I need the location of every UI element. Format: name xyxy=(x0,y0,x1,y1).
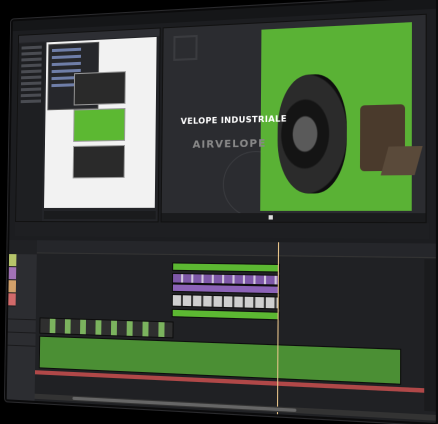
logo-mark xyxy=(173,35,197,61)
volume-meter xyxy=(424,259,436,411)
source-transport-controls[interactable] xyxy=(44,211,156,219)
timeline-ruler[interactable] xyxy=(37,240,436,258)
program-transport-controls[interactable] xyxy=(162,213,426,222)
play-icon[interactable] xyxy=(269,215,273,219)
bulldozer-blade xyxy=(381,146,423,175)
playhead[interactable] xyxy=(277,242,279,414)
layout-card[interactable] xyxy=(74,71,126,105)
eye-icon[interactable] xyxy=(8,280,16,293)
layout-card-green[interactable] xyxy=(73,108,125,142)
track-headers xyxy=(7,254,37,401)
program-monitor: VELOPE INDUSTRIALE AIRVELOPE xyxy=(161,14,427,224)
timeline-clip[interactable] xyxy=(39,317,173,338)
project-tree[interactable] xyxy=(16,42,45,221)
timeline-scrollbar[interactable] xyxy=(35,394,436,421)
stage: VELOPE INDUSTRIALE AIRVELOPE xyxy=(0,0,438,424)
speaker-icon[interactable] xyxy=(8,293,16,306)
audio-clip[interactable] xyxy=(39,336,401,385)
timeline-clip[interactable] xyxy=(172,262,280,272)
timeline-clip[interactable] xyxy=(172,283,280,294)
timeline-panel xyxy=(7,240,436,423)
timeline-clip[interactable] xyxy=(172,294,280,310)
program-subtitle: AIRVELOPE xyxy=(192,138,266,151)
source-panel xyxy=(15,27,161,222)
clip-info-strip xyxy=(15,222,429,239)
editor-window: VELOPE INDUSTRIALE AIRVELOPE xyxy=(5,0,438,424)
layout-card[interactable] xyxy=(73,145,125,178)
source-preview xyxy=(44,37,157,208)
tire-image xyxy=(277,73,347,194)
track-lock-icon[interactable] xyxy=(9,254,17,267)
timeline-clip[interactable] xyxy=(172,309,280,321)
eye-icon[interactable] xyxy=(9,267,17,280)
program-frame: VELOPE INDUSTRIALE AIRVELOPE xyxy=(162,15,426,222)
